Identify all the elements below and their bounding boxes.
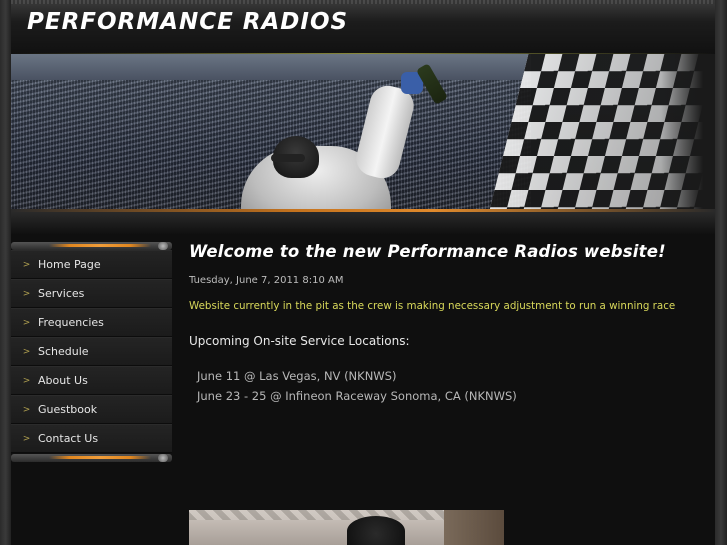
sidebar-top-knob	[158, 242, 168, 250]
sidebar-item-label: Home Page	[38, 258, 101, 271]
upcoming-locations-heading: Upcoming On-site Service Locations:	[189, 334, 410, 348]
banner-cap-brim	[271, 154, 305, 162]
chevron-right-icon: >	[22, 317, 31, 328]
chevron-right-icon: >	[22, 346, 31, 357]
photo-side	[444, 510, 504, 545]
sidebar-item-label: About Us	[38, 374, 88, 387]
sidebar-item-about-us[interactable]: > About Us	[11, 366, 172, 395]
sidebar-bottom-knob	[158, 454, 168, 462]
locations-list: June 11 @ Las Vegas, NV (NKNWS) June 23 …	[189, 366, 709, 406]
chevron-right-icon: >	[22, 404, 31, 415]
sidebar-menu: > Home Page > Services > Frequencies > S…	[11, 250, 172, 453]
main-content: Welcome to the new Performance Radios we…	[189, 242, 709, 406]
sidebar-item-label: Services	[38, 287, 85, 300]
sidebar-item-label: Contact Us	[38, 432, 99, 445]
banner-shade	[661, 54, 715, 212]
site-header: PERFORMANCE RADIOS	[11, 0, 715, 54]
site-notice: Website currently in the pit as the crew…	[189, 300, 676, 312]
page-container: PERFORMANCE RADIOS > Home Page > Service	[11, 0, 715, 545]
post-date: Tuesday, June 7, 2011 8:10 AM	[189, 275, 344, 286]
photo-person-hat	[347, 516, 405, 545]
sidebar-bottom-cap	[11, 454, 172, 462]
page-right-edge	[715, 0, 727, 545]
banner-stands	[11, 54, 531, 80]
sidebar-item-schedule[interactable]: > Schedule	[11, 337, 172, 366]
sidebar-item-services[interactable]: > Services	[11, 279, 172, 308]
site-title[interactable]: PERFORMANCE RADIOS	[27, 9, 348, 35]
page-title: Welcome to the new Performance Radios we…	[189, 242, 666, 261]
sidebar-item-frequencies[interactable]: > Frequencies	[11, 308, 172, 337]
sidebar-item-label: Schedule	[38, 345, 89, 358]
banner-shadow-band	[11, 212, 715, 234]
sidebar-item-label: Guestbook	[38, 403, 98, 416]
chevron-right-icon: >	[22, 375, 31, 386]
sidebar-item-label: Frequencies	[38, 316, 104, 329]
header-banner-image	[11, 54, 715, 212]
sidebar-item-contact-us[interactable]: > Contact Us	[11, 424, 172, 453]
chevron-right-icon: >	[22, 288, 31, 299]
sidebar-item-guestbook[interactable]: > Guestbook	[11, 395, 172, 424]
sidebar-top-glow	[49, 244, 151, 247]
chevron-right-icon: >	[22, 259, 31, 270]
sidebar-bottom-glow	[49, 456, 151, 459]
content-photo	[189, 510, 504, 545]
chevron-right-icon: >	[22, 433, 31, 444]
sidebar-item-home[interactable]: > Home Page	[11, 250, 172, 279]
sidebar-top-cap	[11, 242, 172, 250]
page-left-edge	[0, 0, 11, 545]
location-item: June 23 - 25 @ Infineon Raceway Sonoma, …	[197, 389, 517, 403]
location-item: June 11 @ Las Vegas, NV (NKNWS)	[197, 369, 397, 383]
sidebar-nav: > Home Page > Services > Frequencies > S…	[11, 242, 172, 462]
